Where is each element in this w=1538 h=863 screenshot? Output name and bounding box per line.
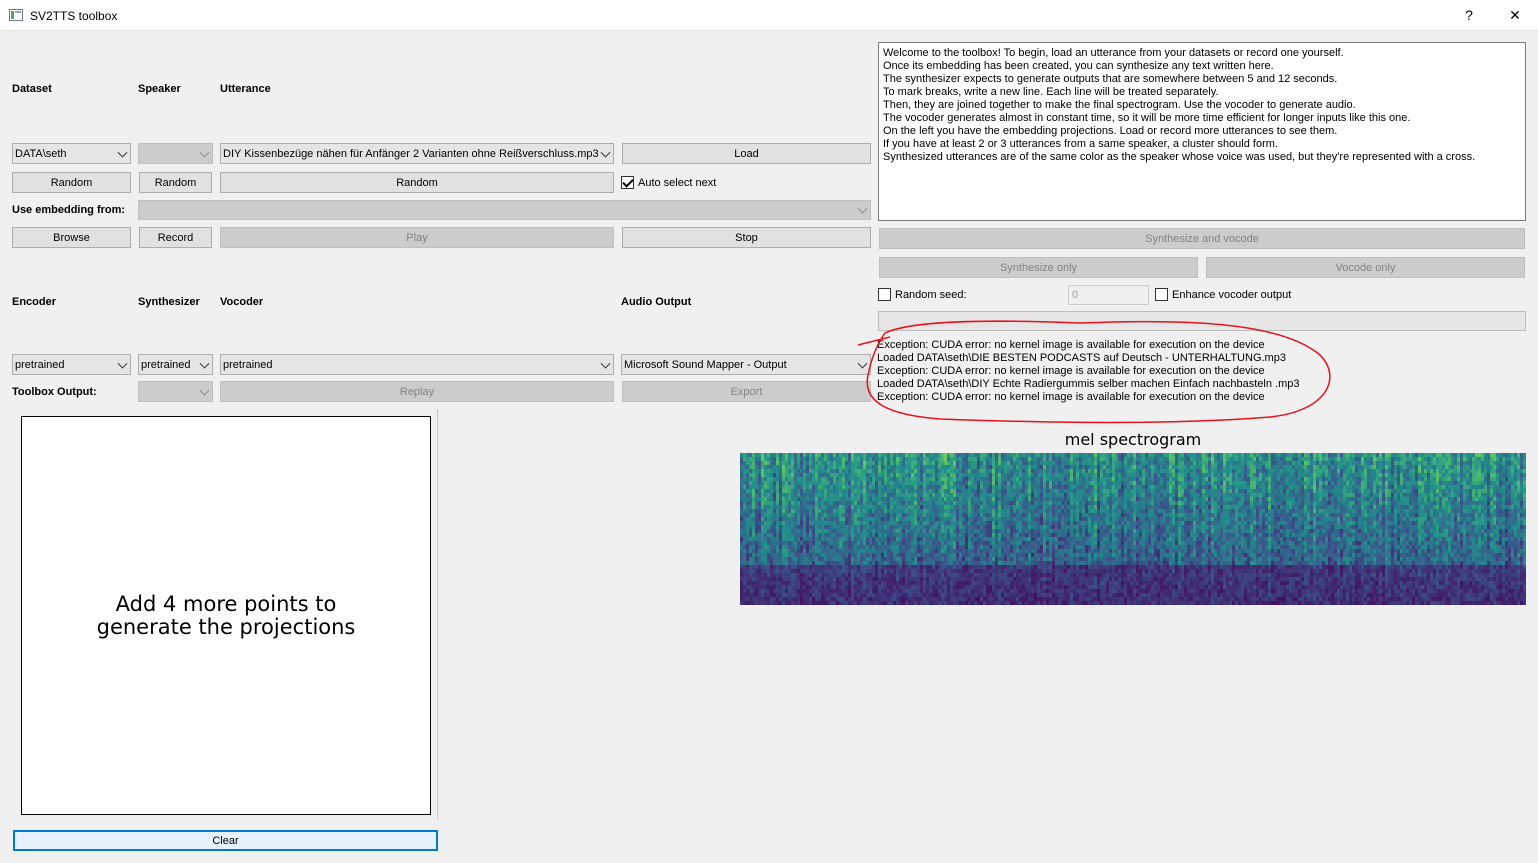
vocoder-select[interactable]: pretrained xyxy=(220,354,614,375)
window-title: SV2TTS toolbox xyxy=(30,9,118,23)
utterance-select-value: DIY Kissenbezüge nähen für Anfänger 2 Va… xyxy=(223,147,599,160)
browse-button[interactable]: Browse xyxy=(12,227,131,248)
enhance-vocoder-label: Enhance vocoder output xyxy=(1172,289,1292,301)
vocoder-label: Vocoder xyxy=(220,296,264,308)
splitter-handle[interactable] xyxy=(437,410,438,820)
synthesize-vocode-button[interactable]: Synthesize and vocode xyxy=(879,228,1525,249)
dataset-select[interactable]: DATA\seth xyxy=(12,143,131,164)
red-annotation-circle xyxy=(857,320,1331,424)
synthesizer-select[interactable]: pretrained xyxy=(138,354,213,375)
random-seed-label: Random seed: xyxy=(895,289,967,301)
synthesize-only-button[interactable]: Synthesize only xyxy=(879,257,1198,278)
instruction-line: On the left you have the embedding proje… xyxy=(883,125,1338,137)
embedding-select[interactable] xyxy=(138,200,871,220)
title-bar xyxy=(0,0,1538,31)
stop-button[interactable]: Stop xyxy=(622,227,871,248)
instruction-line: If you have at least 2 or 3 utterances f… xyxy=(883,138,1278,150)
audio-output-label: Audio Output xyxy=(621,296,692,308)
chevron-down-icon xyxy=(117,358,128,369)
chevron-down-icon xyxy=(600,358,611,369)
auto-select-next-checkbox[interactable] xyxy=(621,176,634,189)
instruction-line: Then, they are joined together to make t… xyxy=(883,99,1356,111)
instruction-line: The vocoder generates almost in constant… xyxy=(883,112,1411,124)
projection-message: Add 4 more points to generate the projec… xyxy=(96,591,356,639)
toolbox-output-select[interactable] xyxy=(138,381,213,402)
random-dataset-button[interactable]: Random xyxy=(12,172,131,193)
dataset-select-value: DATA\seth xyxy=(15,147,67,160)
instruction-line: The synthesizer expects to generate outp… xyxy=(883,73,1338,85)
auto-select-next-label: Auto select next xyxy=(638,177,717,189)
synthesizer-label: Synthesizer xyxy=(138,296,200,308)
chevron-down-icon xyxy=(117,147,128,158)
clear-button[interactable]: Clear xyxy=(13,830,438,851)
chevron-down-icon xyxy=(199,385,210,396)
chevron-down-icon xyxy=(857,203,868,214)
speaker-label: Speaker xyxy=(138,83,181,95)
help-button[interactable]: ? xyxy=(1446,0,1492,31)
projection-plot: Add 4 more points to generate the projec… xyxy=(21,416,431,815)
dataset-label: Dataset xyxy=(12,83,52,95)
use-embedding-label: Use embedding from: xyxy=(12,204,126,216)
text-input-area[interactable]: Welcome to the toolbox! To begin, load a… xyxy=(878,42,1526,221)
encoder-label: Encoder xyxy=(12,296,57,308)
chevron-down-icon xyxy=(199,147,210,158)
audio-output-select-value: Microsoft Sound Mapper - Output xyxy=(624,358,787,371)
chevron-down-icon xyxy=(199,358,210,369)
load-button[interactable]: Load xyxy=(622,143,871,164)
instruction-line: Synthesized utterances are of the same c… xyxy=(883,151,1476,163)
mel-spectrogram xyxy=(740,453,1526,605)
record-button[interactable]: Record xyxy=(139,227,212,248)
random-seed-checkbox[interactable] xyxy=(878,288,891,301)
vocoder-select-value: pretrained xyxy=(223,358,273,371)
random-utterance-button[interactable]: Random xyxy=(220,172,614,193)
encoder-select-value: pretrained xyxy=(15,358,65,371)
synthesizer-select-value: pretrained xyxy=(141,358,191,371)
random-speaker-button[interactable]: Random xyxy=(139,172,212,193)
enhance-vocoder-checkbox[interactable] xyxy=(1155,288,1168,301)
play-button[interactable]: Play xyxy=(220,227,614,248)
export-button[interactable]: Export xyxy=(622,381,871,402)
audio-output-select[interactable]: Microsoft Sound Mapper - Output xyxy=(621,354,871,375)
spectrogram-title: mel spectrogram xyxy=(1064,430,1202,449)
utterance-select[interactable]: DIY Kissenbezüge nähen für Anfänger 2 Va… xyxy=(220,143,614,164)
speaker-select[interactable] xyxy=(138,143,213,164)
encoder-select[interactable]: pretrained xyxy=(12,354,131,375)
toolbox-output-label: Toolbox Output: xyxy=(12,386,97,398)
chevron-down-icon xyxy=(600,147,611,158)
vocode-only-button[interactable]: Vocode only xyxy=(1206,257,1525,278)
close-button[interactable]: ✕ xyxy=(1492,0,1538,31)
instruction-line: Once its embedding has been created, you… xyxy=(883,60,1274,72)
replay-button[interactable]: Replay xyxy=(220,381,614,402)
seed-input[interactable]: 0 xyxy=(1068,285,1149,305)
utterance-label: Utterance xyxy=(220,83,271,95)
instruction-line: To mark breaks, write a new line. Each l… xyxy=(883,86,1219,98)
app-icon xyxy=(9,9,23,21)
instruction-line: Welcome to the toolbox! To begin, load a… xyxy=(883,47,1344,59)
